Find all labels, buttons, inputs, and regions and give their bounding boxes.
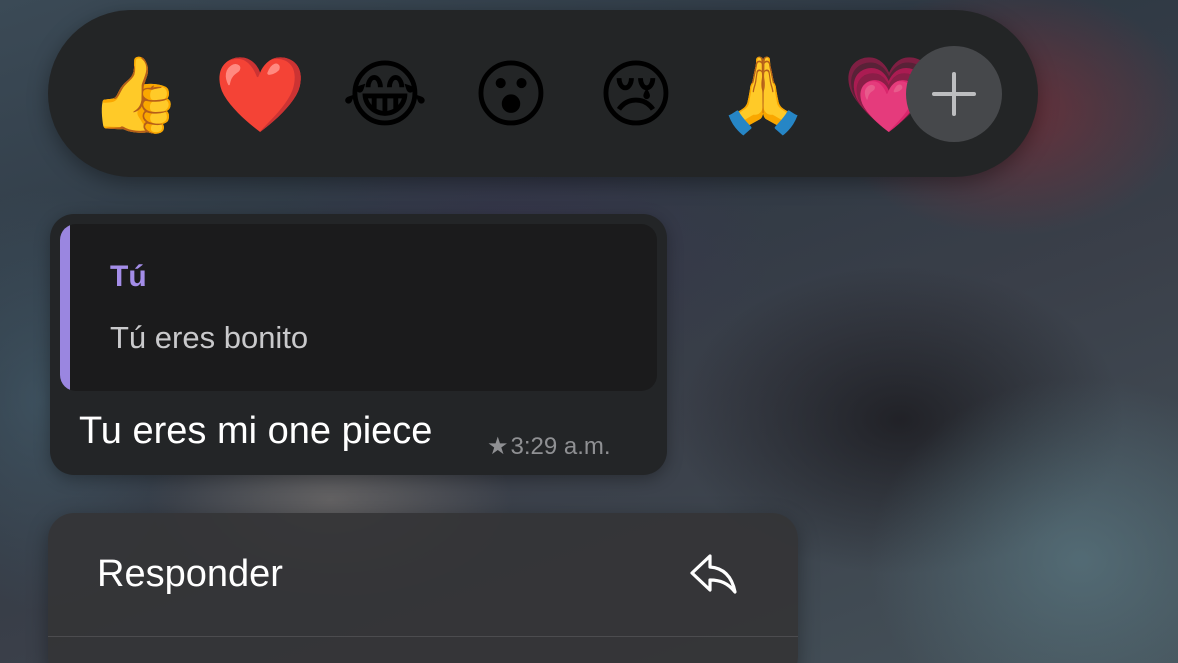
context-menu: Responder [48,513,798,663]
menu-divider [48,636,798,637]
heart-reaction[interactable]: ❤️ [214,50,306,140]
add-reaction-button[interactable] [906,46,1002,142]
crying-reaction[interactable]: 😢 [591,50,681,140]
reply-icon [690,554,737,594]
menu-item-label: Responder [97,553,283,595]
menu-item-responder[interactable]: Responder [48,513,798,636]
surprised-reaction[interactable]: 😮 [466,50,556,140]
message-time: 3:29 a.m. [510,433,611,460]
reaction-bar: 👍 ❤️ 😂 😮 😢 🙏 💗 [48,10,1038,177]
laughing-reaction[interactable]: 😂 [340,50,430,140]
quoted-message[interactable]: Tú Tú eres bonito [60,224,657,391]
message-meta: ★3:29 a.m. [487,432,611,461]
chat-background: 👍 ❤️ 😂 😮 😢 🙏 💗 Tú Tú eres bonito Tu eres… [0,0,1178,663]
thumbs-up-reaction[interactable]: 👍 [89,50,181,140]
praying-hands-reaction[interactable]: 🙏 [717,50,809,140]
quote-author: Tú [110,260,147,293]
quote-text: Tú eres bonito [110,320,309,355]
star-icon: ★ [487,433,509,460]
quote-accent-bar [60,224,70,391]
message-bubble[interactable]: Tú Tú eres bonito Tu eres mi one piece ★… [50,214,667,475]
message-text: Tu eres mi one piece [79,410,433,452]
